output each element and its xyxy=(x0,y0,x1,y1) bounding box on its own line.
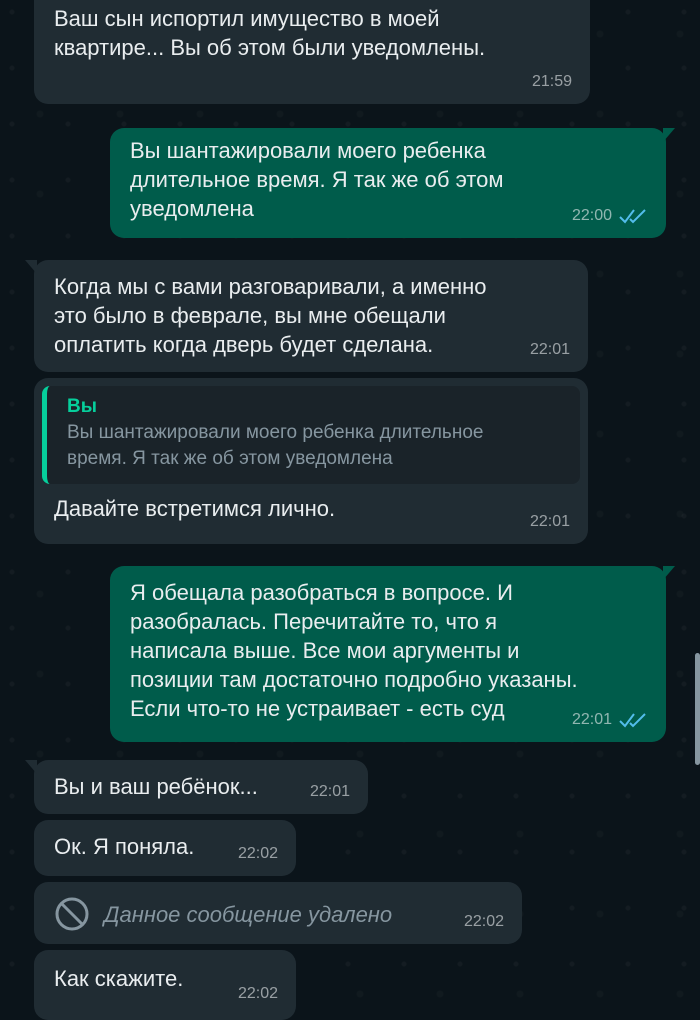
double-check-read-icon xyxy=(619,712,646,728)
message-text: Вы и ваш ребёнок... xyxy=(54,774,258,799)
message-incoming-reply[interactable]: Вы Вы шантажировали моего ребенка длител… xyxy=(34,378,588,544)
scrollbar[interactable] xyxy=(695,653,700,765)
message-time: 22:01 xyxy=(529,513,570,530)
message-time: 22:01 xyxy=(309,783,350,800)
quoted-message[interactable]: Вы Вы шантажировали моего ребенка длител… xyxy=(42,386,580,484)
message-text: Ваш сын испортил имущество в моей кварти… xyxy=(54,6,486,60)
double-check-read-icon xyxy=(619,208,646,224)
quote-author: Вы xyxy=(67,396,97,417)
message-outgoing[interactable]: Вы шантажировали моего ребенка длительно… xyxy=(110,128,675,238)
quote-text: Вы шантажировали моего ребенка длительно… xyxy=(67,422,484,469)
message-time: 22:00 xyxy=(571,207,612,224)
message-time: 22:02 xyxy=(463,913,504,930)
message-time: 21:59 xyxy=(531,73,572,90)
message-incoming[interactable]: Как скажите. 22:02 xyxy=(34,950,296,1020)
message-time: 22:02 xyxy=(237,985,278,1002)
message-text: Я обещала разобраться в вопросе. И разоб… xyxy=(130,580,578,721)
message-deleted[interactable]: Данное сообщение удалено 22:02 xyxy=(34,882,522,944)
message-incoming[interactable]: Ок. Я поняла. 22:02 xyxy=(34,820,296,876)
message-text: Данное сообщение удалено xyxy=(104,901,393,927)
message-outgoing[interactable]: Я обещала разобраться в вопросе. И разоб… xyxy=(110,566,675,742)
message-text: Вы шантажировали моего ребенка длительно… xyxy=(130,138,504,221)
message-text: Давайте встретимся лично. xyxy=(54,496,336,521)
message-time: 22:02 xyxy=(237,845,278,862)
blocked-icon xyxy=(55,897,89,931)
message-text: Когда мы с вами разговаривали, а именно … xyxy=(54,274,487,357)
message-incoming[interactable]: Когда мы с вами разговаривали, а именно … xyxy=(25,260,588,372)
message-incoming[interactable]: Вы и ваш ребёнок... 22:01 xyxy=(25,760,368,814)
message-time: 22:01 xyxy=(529,341,570,358)
message-time: 22:01 xyxy=(571,711,612,728)
message-incoming[interactable]: Ваш сын испортил имущество в моей кварти… xyxy=(34,0,590,104)
